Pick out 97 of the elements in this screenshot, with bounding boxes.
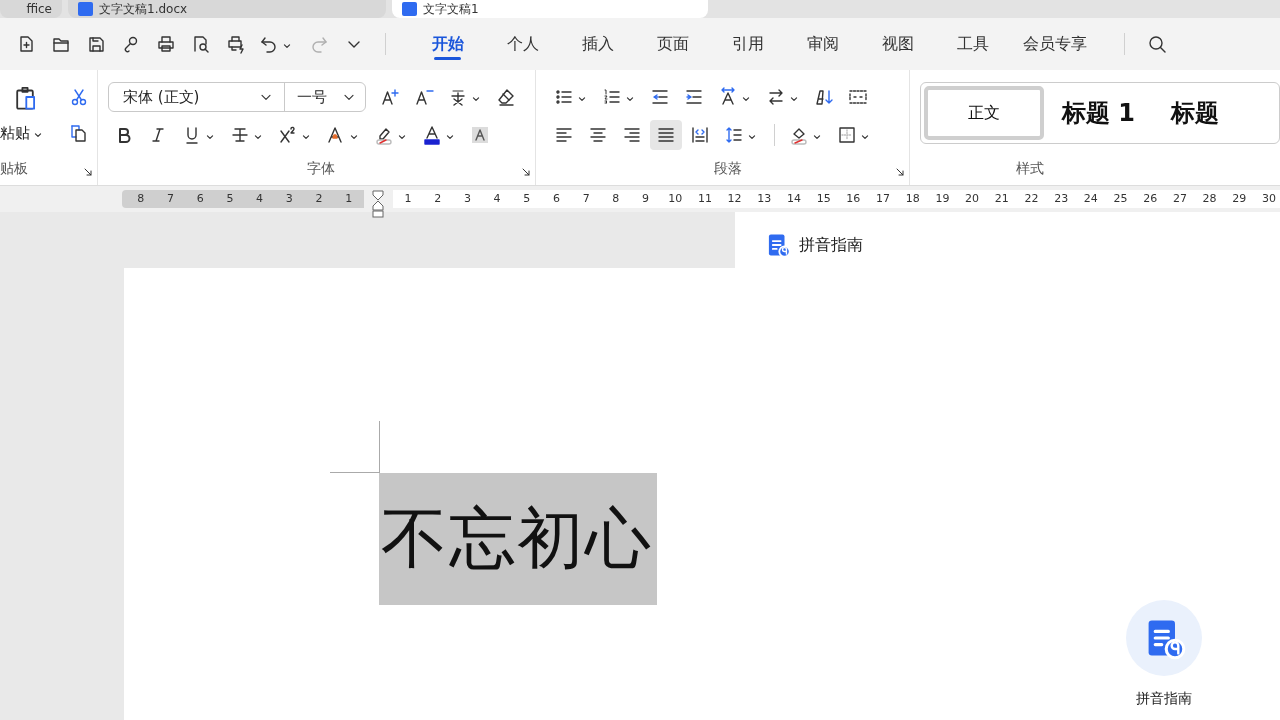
sort-icon xyxy=(813,87,834,107)
ruler-number: 20 xyxy=(964,191,981,207)
menu-tab[interactable]: 个人 xyxy=(485,28,560,60)
align-left-icon xyxy=(553,125,574,145)
menu-tab[interactable]: 开始 xyxy=(410,28,485,60)
ruler-number: 15 xyxy=(815,191,832,207)
ruler-number: 13 xyxy=(756,191,773,207)
style-option[interactable]: 标题 xyxy=(1153,86,1238,140)
ruler-number: 29 xyxy=(1231,191,1248,207)
menu-tab[interactable]: 引用 xyxy=(710,28,785,60)
charshade-icon xyxy=(470,125,490,145)
ruler-number: 23 xyxy=(1053,191,1070,207)
indent-icon xyxy=(683,87,704,107)
dialog-launcher-icon xyxy=(520,167,531,177)
style-option[interactable]: 正文 xyxy=(924,86,1044,140)
ruler-number: 16 xyxy=(845,191,862,207)
align-right-icon xyxy=(621,125,642,145)
ruler-number: 4 xyxy=(492,191,502,207)
ruler-number: 6 xyxy=(195,191,205,207)
superscript-icon xyxy=(278,125,298,145)
printer-icon xyxy=(225,34,246,54)
ruler-number: 8 xyxy=(611,191,621,207)
ruler-number: 10 xyxy=(667,191,684,207)
ruler-number: 3 xyxy=(284,191,294,207)
ruler-number: 17 xyxy=(875,191,892,207)
align-center-icon xyxy=(587,125,608,145)
menu-tab[interactable]: 工具 xyxy=(935,28,1010,60)
document-tab[interactable]: ffice xyxy=(0,0,62,18)
strike-icon xyxy=(230,125,250,145)
font-size: 一号 xyxy=(297,87,327,107)
ruler-number: 3 xyxy=(462,191,472,207)
ruler-number: 12 xyxy=(726,191,743,207)
fontcolor-icon xyxy=(422,125,442,145)
printer-icon xyxy=(155,34,176,54)
shrink-icon xyxy=(414,87,434,107)
menu-tab[interactable]: 插入 xyxy=(560,28,635,60)
group-label: 段落 xyxy=(714,160,743,176)
group-label: 字体 xyxy=(307,160,336,176)
distribute-icon xyxy=(689,125,710,145)
ruler-number: 1 xyxy=(344,191,354,207)
ruler-number: 26 xyxy=(1142,191,1159,207)
ruler-number: 22 xyxy=(1023,191,1040,207)
font-size-dropdown[interactable]: 一号 xyxy=(285,83,365,111)
ruler-number: 9 xyxy=(641,191,651,207)
panel-title: 拼音指南 xyxy=(799,234,863,256)
document-tab[interactable]: 文字文稿1 xyxy=(392,0,708,18)
highlight-icon xyxy=(374,125,394,145)
document-tab[interactable]: 文字文稿1.docx xyxy=(68,0,386,18)
ruler-number: 5 xyxy=(225,191,235,207)
tab-title: 文字文稿1.docx xyxy=(99,0,188,18)
ruler-number: 6 xyxy=(551,191,561,207)
ruler-number: 30 xyxy=(1260,191,1277,207)
indent-marker[interactable] xyxy=(371,190,386,218)
bullets-icon xyxy=(553,87,574,107)
ruler-number: 2 xyxy=(314,191,324,207)
ruler-number: 5 xyxy=(522,191,532,207)
menu-tab[interactable]: 视图 xyxy=(860,28,935,60)
tab-title: 文字文稿1 xyxy=(423,0,479,18)
ruler-number: 28 xyxy=(1201,191,1218,207)
borders-icon xyxy=(836,125,857,145)
paste-menu-button[interactable]: 粘贴 xyxy=(0,123,44,143)
document-text: 不忘初心 xyxy=(379,473,657,605)
ruler-number: 21 xyxy=(993,191,1010,207)
dialog-launcher-icon xyxy=(83,167,93,177)
align-justify-icon xyxy=(655,125,676,145)
ruler-number: 7 xyxy=(581,191,591,207)
group-label: 样式 xyxy=(1016,160,1044,176)
ruler-number: 11 xyxy=(696,191,713,207)
font-name: 宋体 (正文) xyxy=(123,87,200,107)
ruler-number: 8 xyxy=(136,191,146,207)
ruler-number: 7 xyxy=(166,191,176,207)
style-option[interactable]: 标题 1 xyxy=(1044,86,1154,140)
ruler-number: 14 xyxy=(785,191,802,207)
search-icon xyxy=(1146,34,1167,54)
menu-tab[interactable]: 页面 xyxy=(635,28,710,60)
button-label: 拼音指南 xyxy=(1136,690,1192,708)
ruler-number: 18 xyxy=(904,191,921,207)
ruler-number: 25 xyxy=(1112,191,1129,207)
ruler-number: 2 xyxy=(433,191,443,207)
copy-icon xyxy=(68,123,88,143)
ruler-number: 24 xyxy=(1082,191,1099,207)
outdent-icon xyxy=(649,87,670,107)
eraser-icon xyxy=(496,87,516,107)
menu-tab[interactable]: 会员专享 xyxy=(1010,28,1100,60)
align-justify-button[interactable] xyxy=(649,120,682,150)
font-name-dropdown[interactable]: 宋体 (正文) xyxy=(109,83,285,111)
ruler-number: 27 xyxy=(1171,191,1188,207)
columns-icon xyxy=(847,87,868,107)
ruler-number: 19 xyxy=(934,191,951,207)
tab-title: ffice xyxy=(26,2,52,16)
ruler-number: 4 xyxy=(255,191,265,207)
group-label: 贴板 xyxy=(0,160,28,176)
cut-icon xyxy=(69,87,89,107)
ruler-number: 1 xyxy=(403,191,413,207)
menu-tab[interactable]: 审阅 xyxy=(785,28,860,60)
dialog-launcher-icon xyxy=(895,167,905,177)
grow-icon xyxy=(380,87,400,107)
